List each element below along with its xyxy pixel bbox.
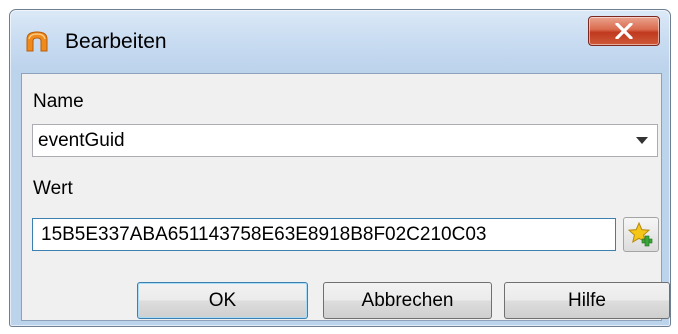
cancel-button[interactable]: Abbrechen <box>323 282 492 319</box>
close-icon <box>615 23 633 39</box>
close-button[interactable] <box>588 16 660 46</box>
name-combobox[interactable]: eventGuid <box>32 124 658 157</box>
dialog-body: Name eventGuid Wert OK Abbrechen Hilfe <box>21 73 670 321</box>
help-button[interactable]: Hilfe <box>504 282 670 319</box>
dropdown-arrow-button[interactable] <box>628 126 656 155</box>
ok-button[interactable]: OK <box>137 282 308 319</box>
value-label: Wert <box>33 178 73 199</box>
window-title: Bearbeiten <box>65 30 167 53</box>
chevron-down-icon <box>636 137 648 144</box>
star-plus-icon <box>627 221 653 246</box>
app-icon <box>26 31 48 52</box>
value-input[interactable] <box>32 218 616 251</box>
name-label: Name <box>33 91 84 112</box>
add-favorite-button[interactable] <box>623 217 659 252</box>
name-combobox-value: eventGuid <box>38 130 125 151</box>
edit-dialog: Bearbeiten Name eventGuid Wert OK A <box>9 9 671 327</box>
